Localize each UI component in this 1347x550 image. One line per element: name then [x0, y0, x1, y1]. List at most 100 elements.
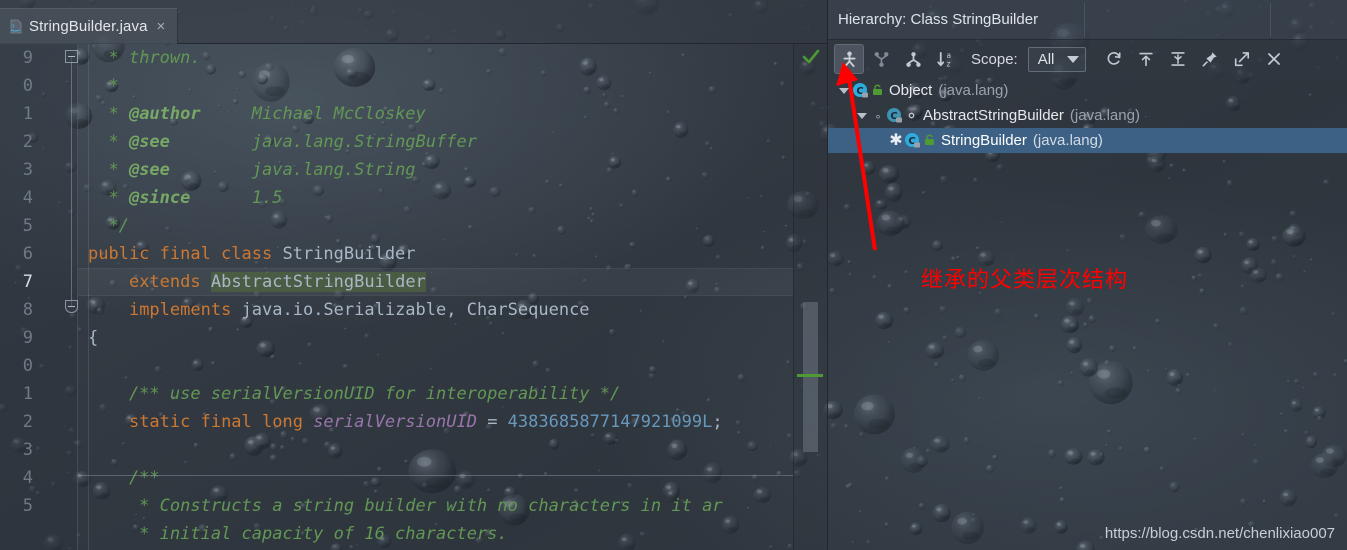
fold-collapse-icon-javadoc[interactable] [65, 50, 78, 63]
code-line[interactable]: * [78, 72, 793, 100]
hierarchy-tree-row[interactable]: ✱ C StringBuilder (java.lang) [828, 128, 1347, 153]
code-token: @see [128, 132, 170, 152]
scope-dropdown[interactable]: All [1027, 46, 1086, 72]
code-token: 4383685877147921099L [507, 412, 713, 432]
code-token: 1.5 [190, 188, 283, 208]
hierarchy-class-name: StringBuilder [941, 132, 1027, 149]
close-icon[interactable]: × [156, 19, 167, 34]
code-line[interactable] [78, 352, 793, 380]
line-number: 8 [22, 300, 33, 320]
code-line[interactable]: * @see java.lang.String [78, 156, 793, 184]
chevron-down-icon [1066, 55, 1079, 63]
editor-tab-stringbuilder[interactable]: StringBuilder.java × [0, 8, 179, 44]
current-class-star-icon: ✱ [889, 131, 903, 149]
code-token: * [88, 132, 129, 152]
java-class-icon: C [905, 133, 920, 148]
code-token: = [476, 412, 508, 432]
code-token: * [88, 188, 129, 208]
line-number: 1 [22, 104, 33, 124]
code-token: ; [712, 412, 723, 432]
scope-selected-value: All [1037, 50, 1055, 68]
hierarchy-header: Hierarchy: Class StringBuilder [828, 0, 1347, 40]
line-number: 1 [22, 384, 33, 404]
code-line[interactable]: extends AbstractStringBuilder [78, 268, 793, 296]
code-token: static final long [128, 412, 314, 432]
line-number: 3 [22, 440, 33, 460]
editor-gutter[interactable]: 9 0 1 2 3 4 5 6 7 8 9 0 1 2 3 4 5 [0, 44, 78, 550]
twisty-placeholder [872, 133, 888, 149]
code-line[interactable]: * @see java.lang.StringBuffer [78, 128, 793, 156]
pin-icon[interactable] [1195, 44, 1225, 74]
header-divider-2 [1270, 3, 1271, 37]
code-token: serialVersionUID [313, 412, 477, 432]
java-class-icon: C [887, 108, 902, 123]
ide-window: StringBuilder.java × 9 0 1 2 3 4 5 6 7 8 9 0 1 2 3 4 5 *… [0, 0, 1347, 550]
editor-tab-label: StringBuilder.java [29, 18, 148, 35]
code-line[interactable]: */ [78, 212, 793, 240]
close-icon[interactable] [1259, 44, 1289, 74]
public-visibility-icon [873, 84, 882, 95]
code-token: @author [128, 104, 201, 124]
error-stripe-marker[interactable] [797, 374, 823, 377]
hierarchy-toolbar: a z Scope: All [828, 40, 1347, 78]
java-file-icon [9, 19, 22, 34]
code-line[interactable]: * Constructs a string builder with no ch… [78, 492, 793, 520]
chevron-down-icon [839, 87, 849, 94]
hierarchy-tree[interactable]: C Object (java.lang) ◦ C AbstractStringBuilde… [828, 78, 1347, 153]
inspection-ok-checkmark-icon[interactable] [802, 48, 820, 66]
line-number: 3 [22, 160, 33, 180]
editor-error-stripe[interactable] [793, 44, 827, 550]
twisty-expanded-icon[interactable] [836, 83, 852, 99]
svg-text:z: z [946, 59, 950, 68]
hierarchy-class-package: (java.lang) [938, 82, 1009, 99]
code-token: * [88, 48, 129, 68]
code-line[interactable]: implements java.io.Serializable, CharSeq… [78, 296, 793, 324]
expand-all-icon[interactable] [1131, 44, 1161, 74]
package-visibility-icon [908, 112, 915, 119]
line-number: 7 [22, 272, 33, 292]
code-line[interactable]: * thrown. [78, 44, 793, 72]
code-token: StringBuilder [282, 244, 416, 264]
code-token: @since [128, 188, 191, 208]
type-hierarchy-icon[interactable] [834, 44, 864, 74]
method-separator [78, 475, 793, 476]
code-line[interactable]: * @since 1.5 [78, 184, 793, 212]
code-line[interactable]: * initial capacity of 16 characters. [78, 520, 793, 548]
scope-label: Scope: [971, 50, 1018, 68]
hierarchy-class-name: Object [889, 82, 933, 99]
fold-collapse-icon-method[interactable] [65, 300, 78, 313]
code-token: @see [128, 160, 170, 180]
line-number: 0 [22, 76, 33, 96]
code-line[interactable]: /** [78, 464, 793, 492]
code-line[interactable]: * @author Michael McCloskey [78, 100, 793, 128]
line-number: 2 [22, 132, 33, 152]
code-line[interactable] [78, 436, 793, 464]
refresh-icon[interactable] [1099, 44, 1129, 74]
code-token: extends [128, 272, 201, 292]
line-number: 4 [22, 188, 33, 208]
sort-alphabetically-icon[interactable]: a z [930, 44, 960, 74]
twisty-expanded-icon[interactable] [854, 108, 870, 124]
editor-pane: StringBuilder.java × 9 0 1 2 3 4 5 6 7 8 9 0 1 2 3 4 5 *… [0, 0, 827, 550]
collapse-all-icon[interactable] [1163, 44, 1193, 74]
code-line[interactable]: { [78, 324, 793, 352]
code-line[interactable]: public final class StringBuilder [78, 240, 793, 268]
hierarchy-tree-row[interactable]: C Object (java.lang) [828, 78, 1347, 103]
java-class-icon: C [853, 83, 868, 98]
public-visibility-icon [925, 134, 934, 145]
hierarchy-tree-row[interactable]: ◦ C AbstractStringBuilder (java.lang) [828, 103, 1347, 128]
export-icon[interactable] [1227, 44, 1257, 74]
code-token: Michael McCloskey [200, 104, 426, 124]
subtypes-hierarchy-icon[interactable] [866, 44, 896, 74]
editor-scrollbar-thumb[interactable] [803, 302, 818, 452]
line-number: 5 [22, 496, 33, 516]
code-token: */ [88, 216, 129, 236]
fold-region-line-class [71, 56, 72, 306]
supertypes-hierarchy-icon[interactable] [898, 44, 928, 74]
code-line[interactable]: static final long serialVersionUID = 438… [78, 408, 793, 436]
code-token: * Constructs a string builder with no ch… [88, 496, 723, 516]
code-line[interactable]: /** use serialVersionUID for interoperab… [78, 380, 793, 408]
